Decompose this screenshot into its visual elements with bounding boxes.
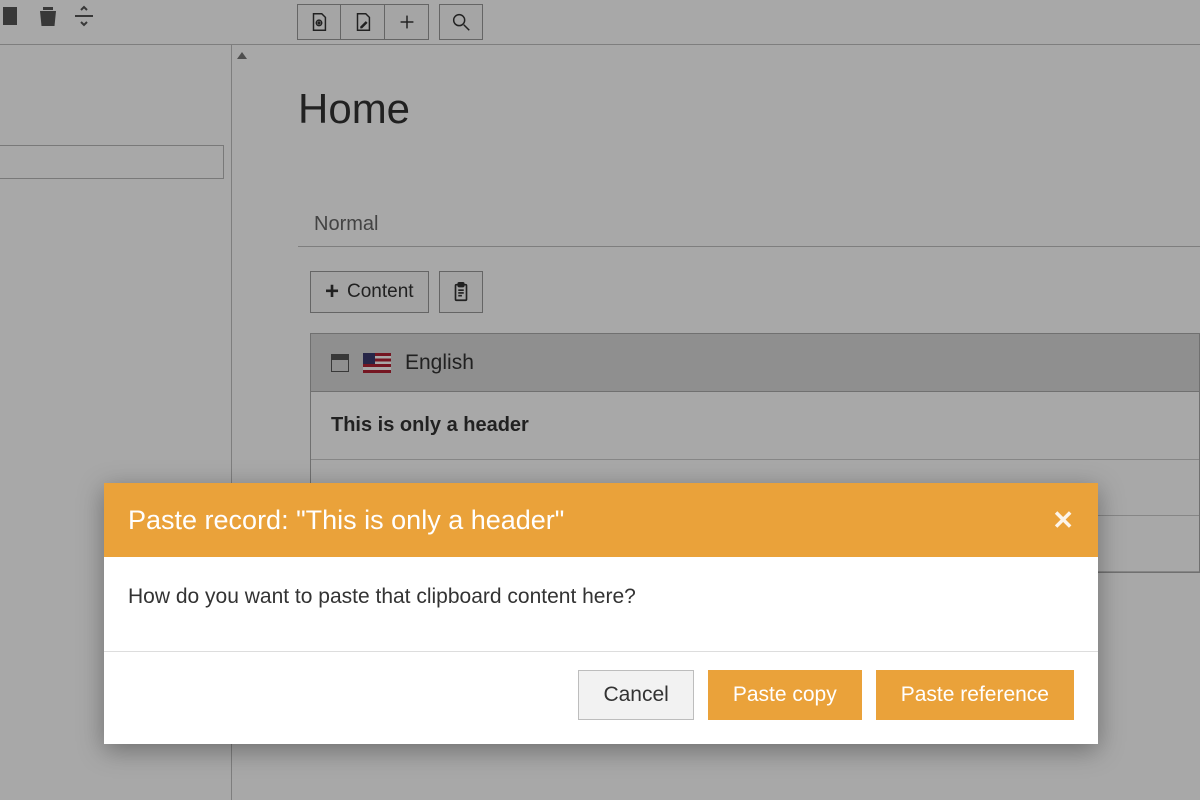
paste-reference-button[interactable]: Paste reference (876, 670, 1074, 720)
paste-record-modal: Paste record: "This is only a header" ✕ … (104, 483, 1098, 744)
paste-copy-button[interactable]: Paste copy (708, 670, 862, 720)
cancel-button[interactable]: Cancel (578, 670, 693, 720)
modal-footer: Cancel Paste copy Paste reference (104, 652, 1098, 744)
modal-title: Paste record: "This is only a header" (128, 505, 564, 536)
modal-body-text: How do you want to paste that clipboard … (104, 557, 1098, 652)
close-icon[interactable]: ✕ (1052, 505, 1074, 536)
modal-header: Paste record: "This is only a header" ✕ (104, 483, 1098, 557)
